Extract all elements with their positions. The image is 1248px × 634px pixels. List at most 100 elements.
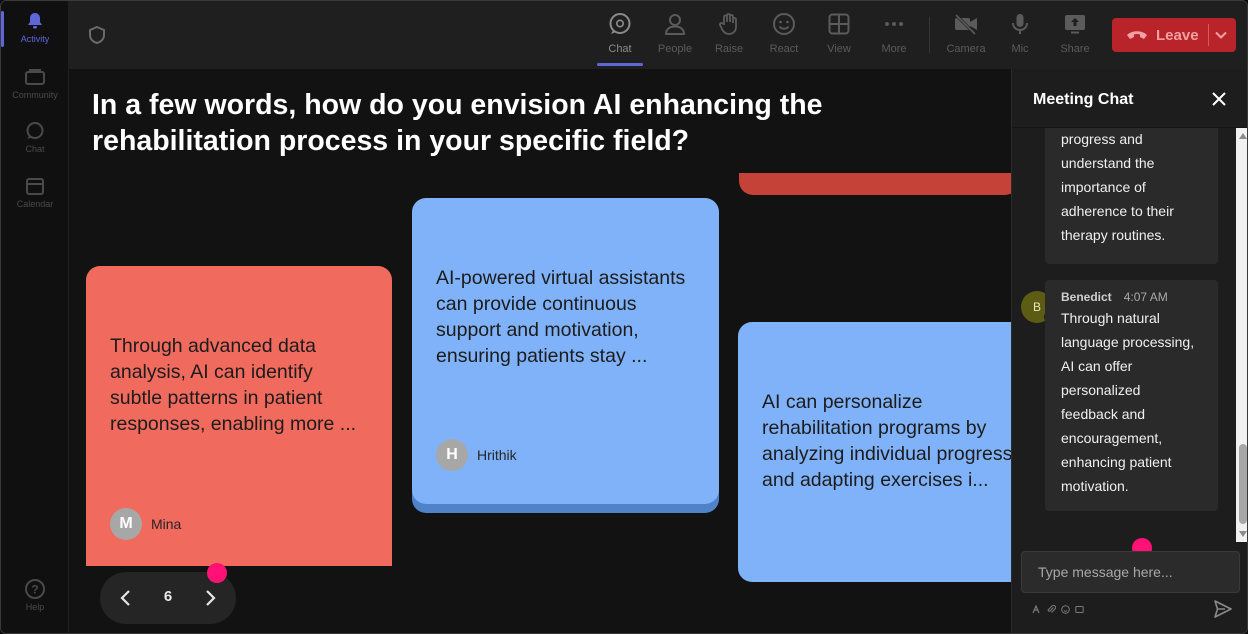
presentation-stage: In a few words, how do you envision AI e…: [69, 69, 1011, 633]
attach-icon[interactable]: [1046, 603, 1056, 615]
meeting-chat-panel: Meeting Chat progress and understand the…: [1011, 69, 1247, 633]
help-icon: ?: [24, 579, 46, 599]
message-line: understand the: [1061, 155, 1155, 171]
rail-item-chat[interactable]: Chat: [5, 121, 65, 171]
response-card-partial[interactable]: [739, 173, 1011, 195]
message-input[interactable]: [1022, 552, 1239, 592]
share-icon: [1062, 11, 1088, 37]
avatar: M: [110, 508, 142, 540]
message-meta: Benedict 4:07 AM: [1061, 288, 1208, 306]
rail-item-help[interactable]: ? Help: [5, 579, 65, 629]
poll-question: In a few words, how do you envision AI e…: [92, 89, 823, 157]
rail-active-indicator: [1, 11, 4, 47]
app-rail: Activity Community Chat Calendar ? Help: [1, 1, 69, 633]
chat-messages: progress and understand the importance o…: [1012, 128, 1236, 542]
cursor-marker: [207, 563, 227, 583]
svg-text:?: ?: [31, 583, 38, 597]
toolbar-react-button[interactable]: React: [759, 11, 809, 61]
toolbar-raise-button[interactable]: Raise: [704, 11, 754, 61]
mic-icon: [1007, 11, 1033, 37]
toolbar-divider: [929, 17, 930, 53]
chat-message: progress and understand the importance o…: [1045, 128, 1218, 264]
chat-icon: [24, 121, 46, 141]
rail-item-label: Community: [12, 90, 58, 100]
message-line: feedback and: [1061, 406, 1146, 422]
rail-item-label: Activity: [20, 34, 50, 44]
rail-item-community[interactable]: Community: [5, 67, 65, 117]
toolbar-button-label: View: [827, 43, 851, 55]
response-text: Through advanced data analysis, AI can i…: [110, 335, 357, 435]
message-line: adherence to their: [1061, 203, 1174, 219]
message-line: importance of: [1061, 179, 1146, 195]
chat-icon: [607, 11, 633, 37]
shield-icon[interactable]: [87, 25, 107, 45]
more-icon: [881, 11, 907, 37]
bell-icon: [24, 11, 46, 31]
rail-item-label: Chat: [25, 144, 45, 154]
scroll-up-arrow-icon[interactable]: [1239, 133, 1247, 139]
response-text: AI can personalize rehabilitation progra…: [762, 391, 1011, 491]
toolbar-view-button[interactable]: View: [814, 11, 864, 61]
leave-button-separator: [1208, 24, 1209, 46]
calendar-icon: [24, 176, 46, 196]
chat-scrollbar[interactable]: [1236, 128, 1247, 542]
avatar: H: [436, 439, 468, 471]
message-line: encouragement,: [1061, 430, 1163, 446]
rail-item-label: Help: [25, 602, 45, 612]
message-line: enhancing patient: [1061, 454, 1172, 470]
toolbar-button-label: Raise: [714, 43, 744, 55]
gif-icon[interactable]: [1074, 603, 1084, 615]
leave-button-label: Leave: [1156, 26, 1199, 44]
page-number: 6: [163, 588, 173, 605]
toolbar-button-label: React: [769, 43, 799, 55]
react-icon: [771, 11, 797, 37]
toolbar-button-label: People: [657, 43, 693, 55]
message-line: motivation.: [1061, 478, 1129, 494]
chevron-left-icon[interactable]: [116, 588, 136, 608]
response-text: AI-powered virtual assistants can provid…: [436, 267, 686, 367]
rail-item-calendar[interactable]: Calendar: [5, 176, 65, 226]
format-icon[interactable]: [1031, 603, 1041, 615]
toolbar-more-button[interactable]: More: [869, 11, 919, 61]
message-line: Through natural: [1061, 310, 1160, 326]
camera-off-icon: [953, 11, 979, 37]
message-compose-box[interactable]: [1021, 551, 1240, 593]
response-author: M Mina: [110, 508, 181, 540]
message-line: language processing,: [1061, 334, 1195, 350]
toolbar-chat-button[interactable]: Chat: [595, 11, 645, 61]
phone-hangup-icon: [1126, 28, 1148, 42]
active-tab-indicator: [597, 63, 643, 66]
toolbar-button-label: More: [881, 43, 907, 55]
close-icon[interactable]: [1210, 90, 1228, 108]
message-time: 4:07 AM: [1123, 290, 1168, 304]
leave-button[interactable]: Leave: [1112, 18, 1236, 52]
toolbar-button-label: Mic: [1011, 43, 1029, 55]
message-line: progress and: [1061, 131, 1143, 147]
rail-item-label: Calendar: [16, 199, 54, 209]
chat-message: Benedict 4:07 AM Through natural languag…: [1045, 280, 1218, 511]
scroll-down-arrow-icon[interactable]: [1239, 531, 1247, 537]
rail-item-activity[interactable]: Activity: [5, 11, 65, 61]
view-icon: [826, 11, 852, 37]
community-icon: [24, 67, 46, 87]
toolbar-button-label: Camera: [946, 43, 986, 55]
chevron-right-icon[interactable]: [200, 588, 220, 608]
toolbar-people-button[interactable]: People: [650, 11, 700, 61]
message-line: therapy routines.: [1061, 227, 1166, 243]
meeting-window: Activity Community Chat Calendar ? Help: [0, 0, 1248, 634]
chevron-down-icon[interactable]: [1214, 28, 1228, 42]
toolbar-button-label: Chat: [608, 43, 632, 55]
scrollbar-thumb[interactable]: [1239, 444, 1247, 524]
emoji-icon[interactable]: [1060, 603, 1070, 615]
response-card[interactable]: AI can personalize rehabilitation progra…: [738, 322, 1011, 582]
message-line: personalized: [1061, 382, 1141, 398]
toolbar-camera-button[interactable]: Camera: [941, 11, 991, 61]
author-name: Mina: [151, 516, 182, 532]
response-card[interactable]: Through advanced data analysis, AI can i…: [86, 266, 392, 566]
response-card[interactable]: AI-powered virtual assistants can provid…: [412, 198, 719, 504]
send-icon[interactable]: [1213, 600, 1233, 618]
response-author: H Hrithik: [436, 439, 517, 471]
toolbar-button-label: Share: [1060, 43, 1090, 55]
toolbar-share-button[interactable]: Share: [1050, 11, 1100, 61]
toolbar-mic-button[interactable]: Mic: [995, 11, 1045, 61]
